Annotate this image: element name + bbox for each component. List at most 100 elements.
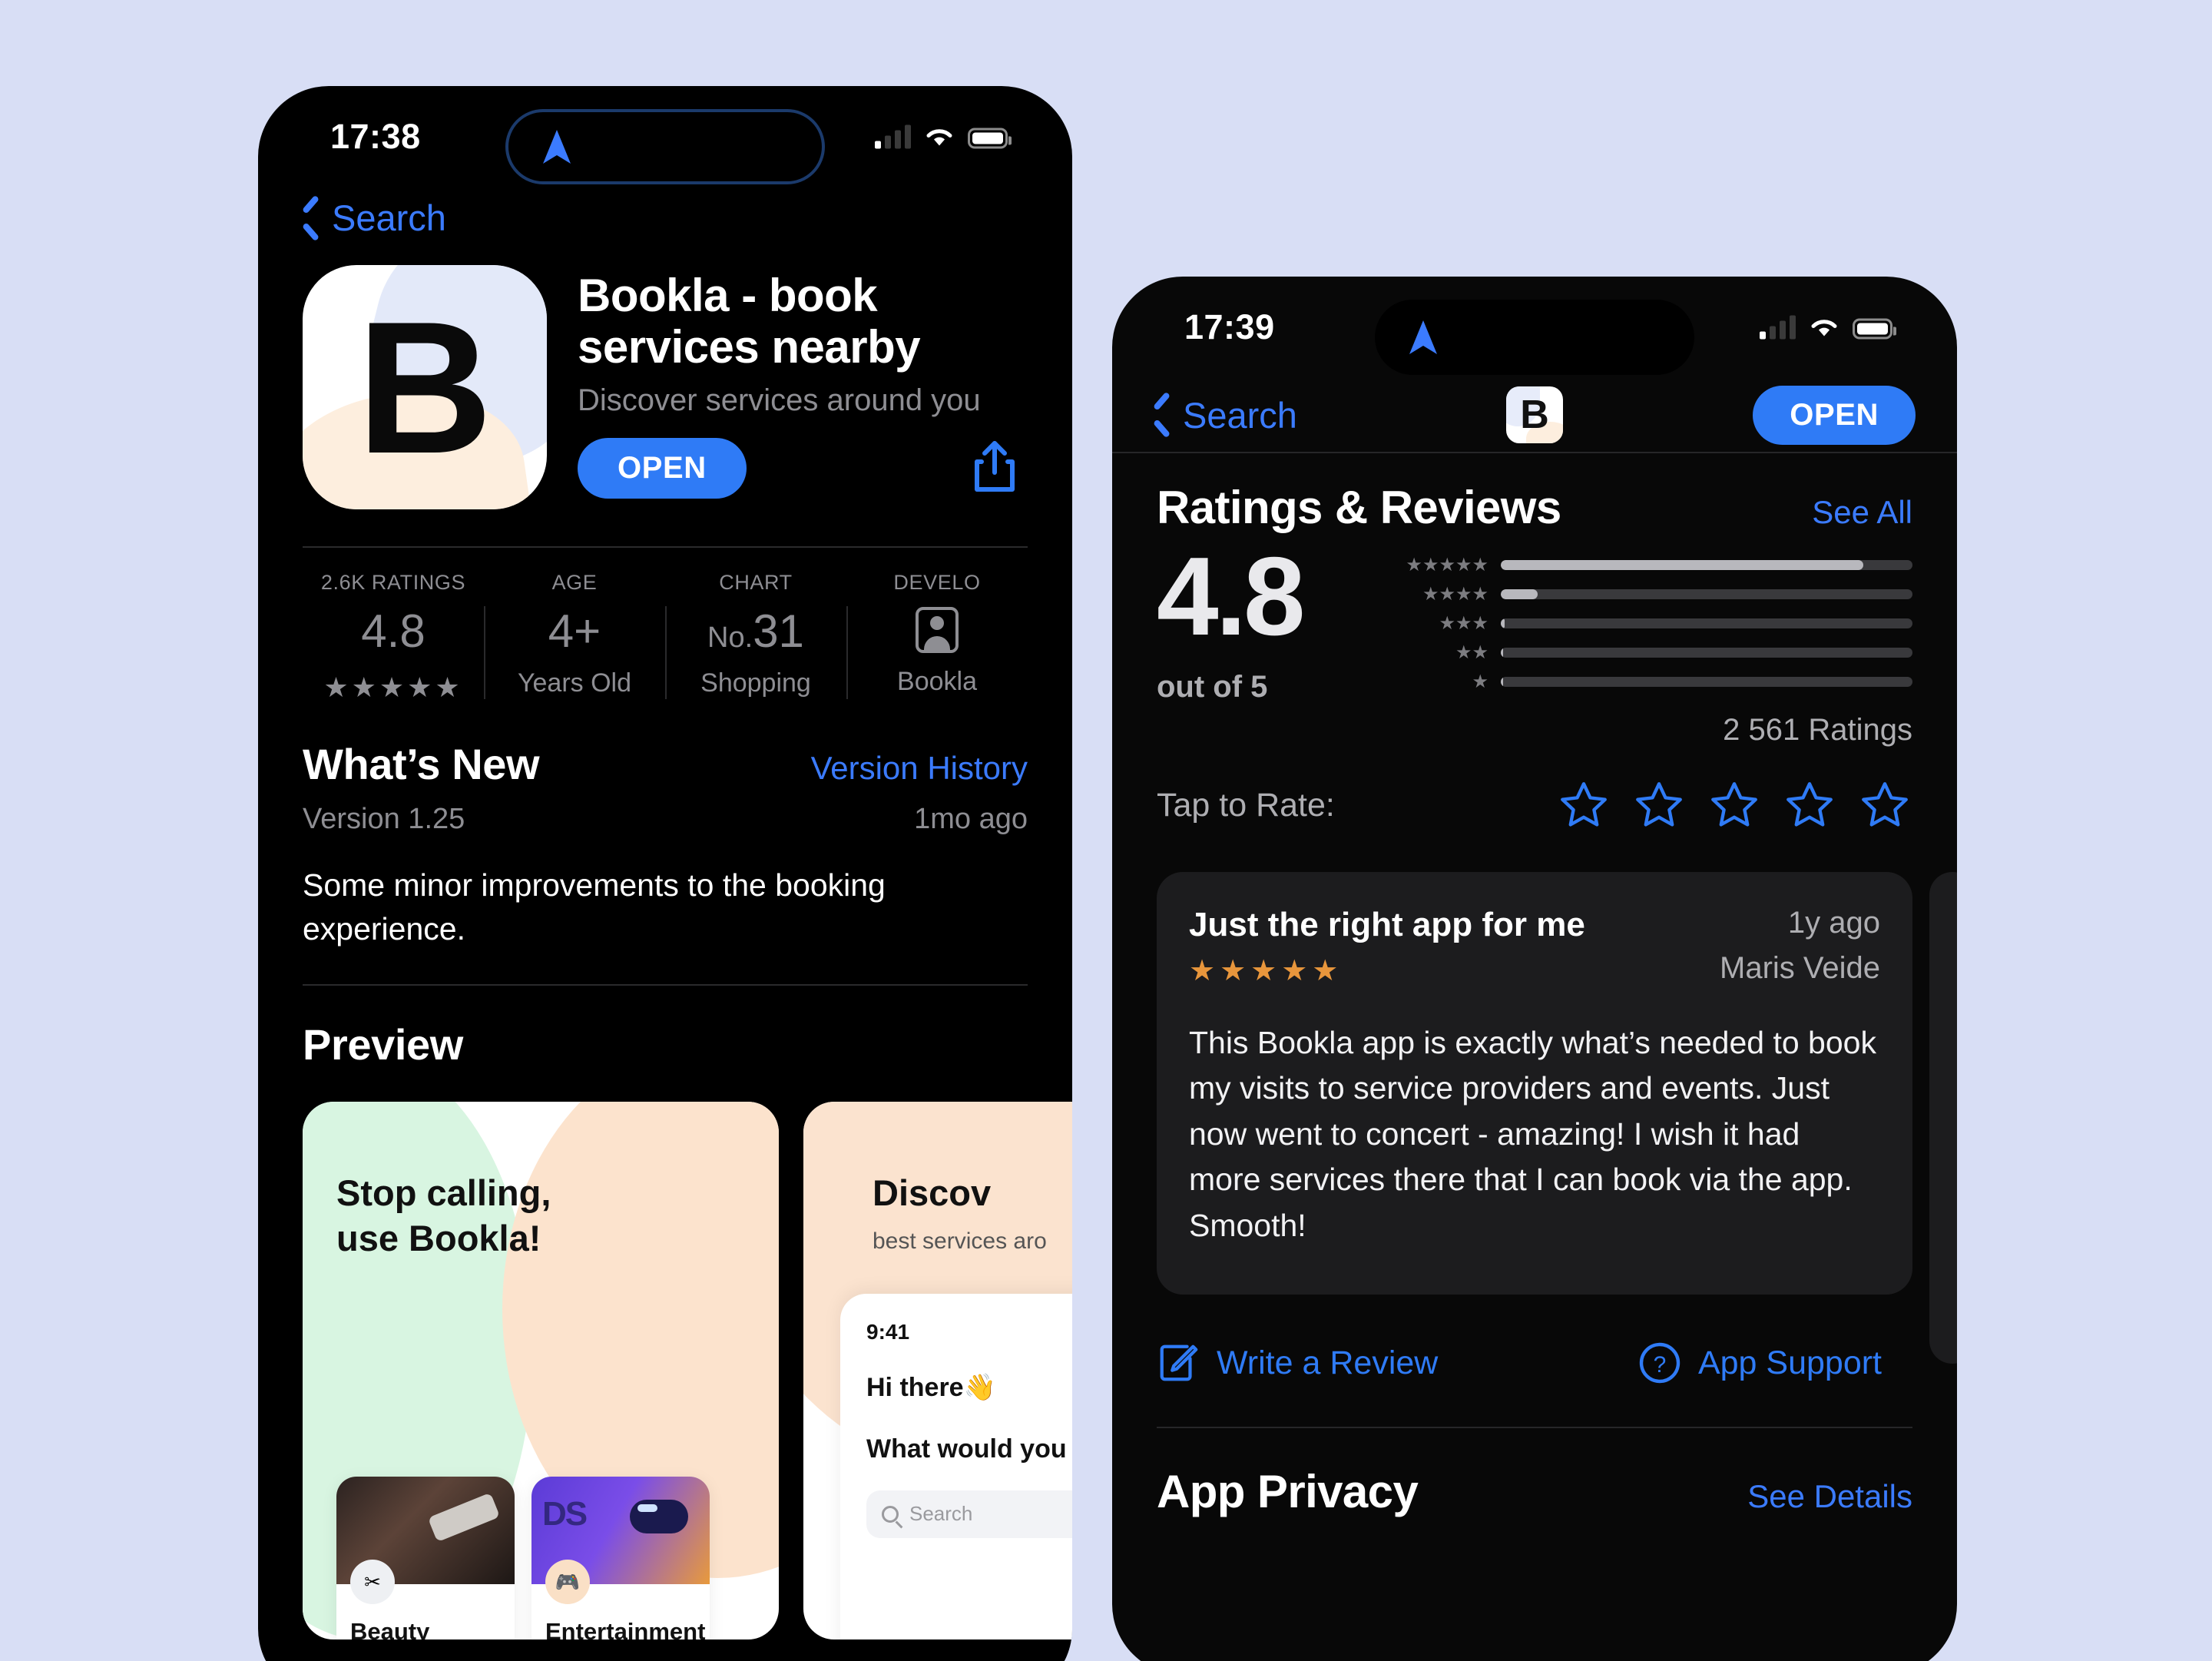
cellular-bars-icon xyxy=(1760,315,1796,340)
stat-chart[interactable]: CHART No.31 Shopping xyxy=(665,571,846,704)
histogram-row: ★★★★★ xyxy=(1387,554,1912,576)
wifi-icon xyxy=(926,129,952,146)
histogram-star-label: ★★★★ xyxy=(1422,584,1488,605)
app-icon[interactable]: B xyxy=(303,265,547,509)
stat-developer[interactable]: DEVELO Bookla xyxy=(846,571,1028,704)
back-label: Search xyxy=(332,197,446,238)
app-privacy-title: App Privacy xyxy=(1157,1466,1419,1518)
average-score: 4.8 xyxy=(1157,534,1306,658)
app-support-label: App Support xyxy=(1697,1344,1882,1381)
svg-text:?: ? xyxy=(1654,1352,1667,1378)
category-tile[interactable]: ✂ Beauty xyxy=(336,1477,515,1640)
navigation-bar: Search B OPEN xyxy=(1112,378,1957,452)
ratings-reviews-title: Ratings & Reviews xyxy=(1157,482,1561,533)
status-bar-phone-two: 17:39 xyxy=(1112,277,1957,378)
histogram-star-label: ★★★ xyxy=(1439,613,1488,634)
compose-icon xyxy=(1160,1344,1198,1381)
status-time: 17:38 xyxy=(330,117,421,156)
tap-to-rate-stars[interactable] xyxy=(1556,778,1912,832)
back-to-search-link[interactable]: Search xyxy=(1154,394,1297,436)
open-button[interactable]: OPEN xyxy=(1753,385,1916,445)
developer-avatar-icon xyxy=(916,607,959,653)
phone-app-detail: 17:38 Search B Bookla - book services ne… xyxy=(258,86,1072,1661)
back-to-search-link[interactable]: Search xyxy=(303,197,1028,239)
tile-image-beauty: ✂ xyxy=(336,1477,515,1605)
shot-headline-line1: Discov xyxy=(873,1172,992,1214)
preview-screenshot-2[interactable]: Discov best services aro 9:41 Hi there👋 … xyxy=(803,1102,1072,1640)
star-outline-icon xyxy=(1561,782,1607,827)
battery-icon xyxy=(968,128,1012,149)
divider xyxy=(1112,452,1957,453)
app-stats-row: 2.6K RATINGS 4.8 ★★★★★ AGE 4+ Years Old … xyxy=(303,571,1028,704)
histogram-star-label: ★ xyxy=(1472,671,1488,692)
app-icon-letter: B xyxy=(356,281,493,492)
review-card[interactable]: Just the right app for me ★★★★★ 1y ago M… xyxy=(1157,872,1957,1364)
badge-glyph: ✂ xyxy=(364,1570,381,1593)
stat-value: No.31 xyxy=(673,608,839,655)
stat-ratings[interactable]: 2.6K RATINGS 4.8 ★★★★★ xyxy=(303,571,484,704)
nav-app-icon[interactable]: B xyxy=(1506,386,1563,443)
app-support-button[interactable]: ? App Support xyxy=(1638,1341,1912,1384)
divider xyxy=(303,546,1028,548)
star-outline-icon xyxy=(1786,782,1833,827)
review-actions: Write a Review ? App Support xyxy=(1157,1341,1912,1385)
total-ratings-count: 2 561 Ratings xyxy=(1723,713,1912,747)
histogram-bar xyxy=(1501,618,1912,628)
preview-title: Preview xyxy=(303,1020,463,1069)
review-stars: ★★★★★ xyxy=(1189,955,1343,987)
version-history-link[interactable]: Version History xyxy=(811,750,1028,787)
mini-greeting: Hi there👋 xyxy=(866,1373,996,1403)
status-bar-phone-one: 17:38 xyxy=(258,86,1072,187)
preview-screenshot-1[interactable]: Stop calling, use Bookla! ✂ Beauty DS 🎮 … xyxy=(303,1102,779,1640)
tile-image-entertainment: DS 🎮 xyxy=(531,1477,710,1605)
gamepad-icon: 🎮 xyxy=(545,1560,590,1605)
category-tile[interactable]: DS 🎮 Entertainment xyxy=(531,1477,710,1640)
histogram-star-label: ★★ xyxy=(1455,642,1488,663)
mini-phone-mockup: 9:41 Hi there👋 What would you like t Sea… xyxy=(840,1294,1072,1640)
scissors-icon: ✂ xyxy=(350,1560,395,1605)
tap-to-rate-label: Tap to Rate: xyxy=(1157,786,1335,824)
wifi-icon xyxy=(1811,320,1837,337)
stat-value-number: 31 xyxy=(753,605,804,657)
chevron-left-icon xyxy=(1154,399,1172,431)
histogram-row: ★★ xyxy=(1387,642,1912,664)
share-icon[interactable] xyxy=(971,439,1018,498)
vr-headset-shape xyxy=(630,1500,688,1534)
stat-foot: Shopping xyxy=(700,668,811,698)
app-title: Bookla - book services nearby xyxy=(578,270,921,373)
mini-status-time: 9:41 xyxy=(866,1320,910,1344)
stat-foot: Bookla xyxy=(897,667,977,696)
question-circle-icon: ? xyxy=(1639,1342,1681,1384)
histogram-bar xyxy=(1501,560,1912,570)
stat-age[interactable]: AGE 4+ Years Old xyxy=(484,571,665,704)
status-time: 17:39 xyxy=(1184,307,1275,346)
stat-foot: Years Old xyxy=(517,668,632,698)
nav-app-icon-letter: B xyxy=(1520,393,1549,437)
clipper-shape xyxy=(427,1492,501,1543)
preview-carousel[interactable]: Stop calling, use Bookla! ✂ Beauty DS 🎮 … xyxy=(303,1102,1072,1640)
histogram-bar xyxy=(1501,589,1912,599)
shot-headline-line1: Stop calling, xyxy=(336,1172,551,1214)
stat-value-prefix: No. xyxy=(707,622,753,654)
stat-label: CHART xyxy=(719,571,793,594)
see-all-link[interactable]: See All xyxy=(1812,494,1912,531)
dynamic-island xyxy=(505,109,825,184)
whats-new-body: Some minor improvements to the booking e… xyxy=(303,867,886,947)
next-review-card-peek[interactable] xyxy=(1929,872,1957,1364)
tap-to-rate-row: Tap to Rate: xyxy=(1157,778,1912,832)
phone-reviews-detail: 17:39 Search B OPEN Ratings & Reviews Se… xyxy=(1112,277,1957,1661)
stat-value: 4+ xyxy=(548,605,601,657)
review-author: Maris Veide xyxy=(1720,951,1880,985)
mini-search-input[interactable]: Search xyxy=(866,1490,1072,1538)
see-details-link[interactable]: See Details xyxy=(1747,1478,1912,1515)
divider xyxy=(1157,1427,1912,1429)
star-outline-icon xyxy=(1711,782,1757,827)
back-label: Search xyxy=(1183,394,1297,436)
mini-search-placeholder: Search xyxy=(909,1502,973,1526)
version-date: 1mo ago xyxy=(914,803,1028,835)
status-indicators xyxy=(1760,315,1896,340)
open-button[interactable]: OPEN xyxy=(578,438,747,499)
write-a-review-button[interactable]: Write a Review xyxy=(1157,1341,1438,1385)
ratings-reviews-header: Ratings & Reviews See All xyxy=(1157,481,1912,534)
ratings-histogram: ★★★★★ ★★★★ ★★★ ★★ ★ 2 561 Ratings xyxy=(1387,543,1912,748)
